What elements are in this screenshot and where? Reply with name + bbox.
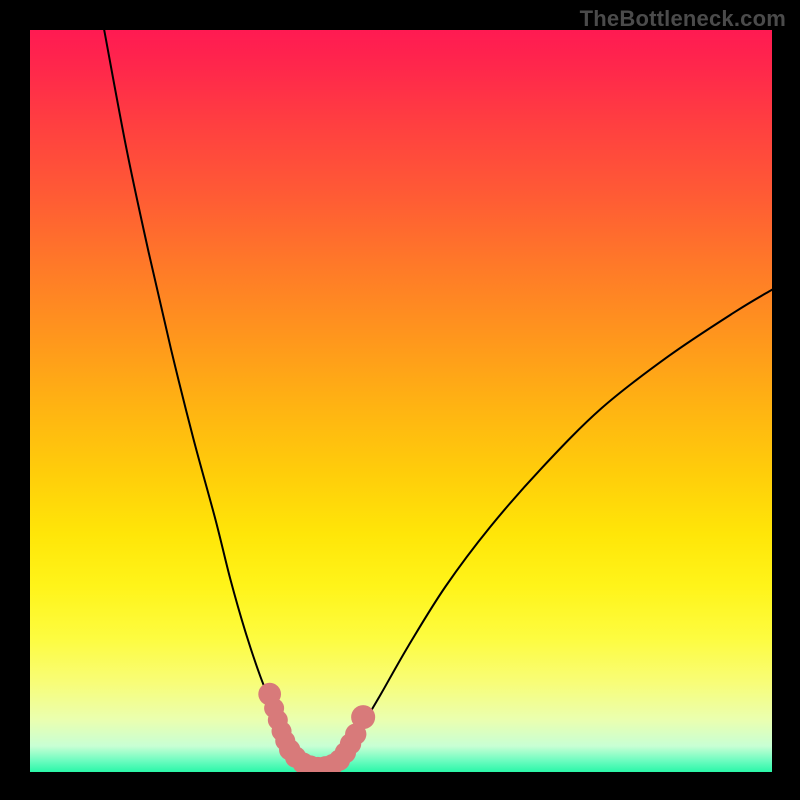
chart-svg: [30, 30, 772, 772]
valley-marker: [351, 705, 375, 729]
curve-left-branch: [104, 30, 304, 765]
plot-area: [30, 30, 772, 772]
curve-right-branch: [334, 290, 772, 765]
chart-frame: TheBottleneck.com: [0, 0, 800, 800]
watermark-text: TheBottleneck.com: [580, 6, 786, 32]
